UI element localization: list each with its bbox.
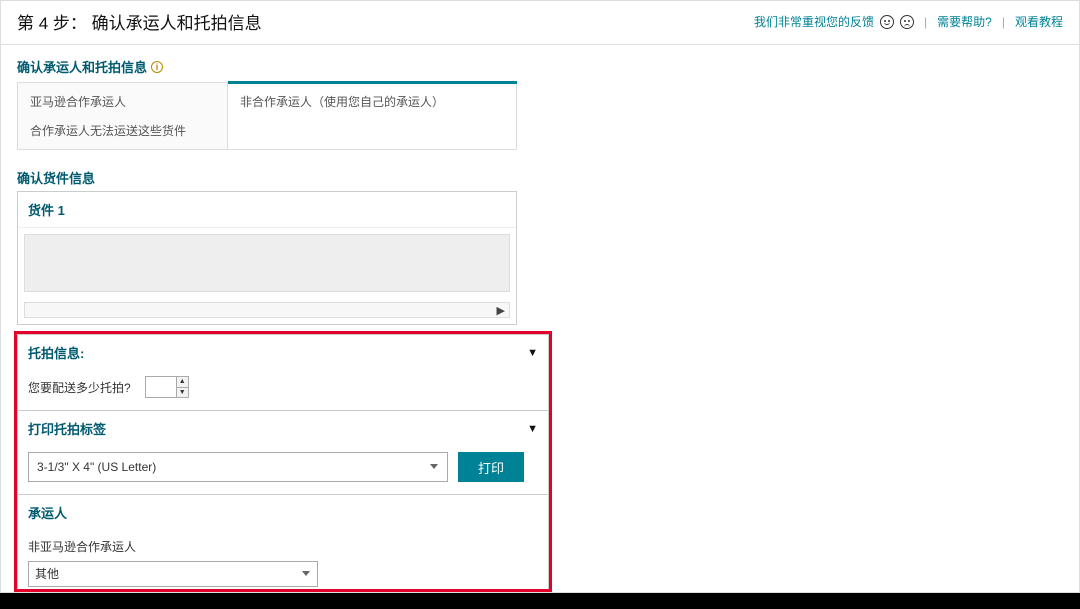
tab-non-partner[interactable]: 非合作承运人（使用您自己的承运人） xyxy=(228,83,516,149)
help-link[interactable]: 需要帮助? xyxy=(937,13,992,30)
bottom-bar xyxy=(0,593,1080,609)
shipment-name: 货件 1 xyxy=(18,192,516,228)
carrier-panel-head: 承运人 xyxy=(18,495,548,530)
tab-left-note: 合作承运人无法运送这些货件 xyxy=(30,122,215,139)
highlighted-area: 托拍信息: ▼ 您要配送多少托拍? ▲ ▼ xyxy=(14,331,552,592)
pallet-qty-input[interactable] xyxy=(146,377,176,397)
shipment-grey-panel xyxy=(24,234,510,292)
print-panel-head[interactable]: 打印托拍标签 ▼ xyxy=(18,411,548,446)
header-links: 我们非常重视您的反馈 | 需要帮助? | 观看教程 xyxy=(754,13,1063,30)
carrier-label: 非亚马逊合作承运人 xyxy=(28,538,538,555)
scroll-bar[interactable]: ▶ xyxy=(24,302,510,318)
stepper-down-icon[interactable]: ▼ xyxy=(177,387,188,398)
print-panel: 打印托拍标签 ▼ 3-1/3" X 4" (US Letter) 打印 xyxy=(17,411,549,495)
pallet-title: 托拍信息: xyxy=(28,343,84,362)
feedback-link[interactable]: 我们非常重视您的反馈 xyxy=(754,13,874,30)
tab-left-title: 亚马逊合作承运人 xyxy=(30,93,215,110)
print-title: 打印托拍标签 xyxy=(28,419,106,438)
tab-right-title: 非合作承运人（使用您自己的承运人） xyxy=(240,93,504,110)
carrier-section-title: 确认承运人和托拍信息 i xyxy=(17,57,1063,76)
carrier-panel: 承运人 非亚马逊合作承运人 其他 xyxy=(17,495,549,589)
carrier-tabs: 亚马逊合作承运人 合作承运人无法运送这些货件 非合作承运人（使用您自己的承运人） xyxy=(17,82,517,150)
collapse-icon: ▼ xyxy=(527,423,538,435)
sad-icon[interactable] xyxy=(900,15,914,29)
pallet-panel: 托拍信息: ▼ 您要配送多少托拍? ▲ ▼ xyxy=(17,334,549,411)
info-icon[interactable]: i xyxy=(151,61,163,73)
step-header: 第 4 步： 确认承运人和托拍信息 我们非常重视您的反馈 | 需要帮助? | 观… xyxy=(1,1,1079,45)
quantity-stepper[interactable]: ▲ ▼ xyxy=(145,376,189,398)
collapse-icon: ▼ xyxy=(527,347,538,359)
tutorial-link[interactable]: 观看教程 xyxy=(1015,13,1063,30)
label-size-select[interactable]: 3-1/3" X 4" (US Letter) xyxy=(28,452,448,482)
print-button[interactable]: 打印 xyxy=(458,452,524,482)
shipment-section-title: 确认货件信息 xyxy=(17,168,1063,187)
separator: | xyxy=(1002,15,1005,29)
pallet-qty-label: 您要配送多少托拍? xyxy=(28,379,131,396)
stepper-up-icon[interactable]: ▲ xyxy=(177,377,188,387)
scroll-right-icon[interactable]: ▶ xyxy=(497,304,505,317)
carrier-title: 承运人 xyxy=(28,503,67,522)
separator: | xyxy=(924,15,927,29)
step-title: 第 4 步： 确认承运人和托拍信息 xyxy=(17,9,262,34)
carrier-section-title-text: 确认承运人和托拍信息 xyxy=(17,57,147,76)
shipment-container: 货件 1 ▶ xyxy=(17,191,517,325)
tab-amazon-partner[interactable]: 亚马逊合作承运人 合作承运人无法运送这些货件 xyxy=(18,83,228,149)
pallet-panel-head[interactable]: 托拍信息: ▼ xyxy=(18,335,548,370)
smile-icon[interactable] xyxy=(880,15,894,29)
